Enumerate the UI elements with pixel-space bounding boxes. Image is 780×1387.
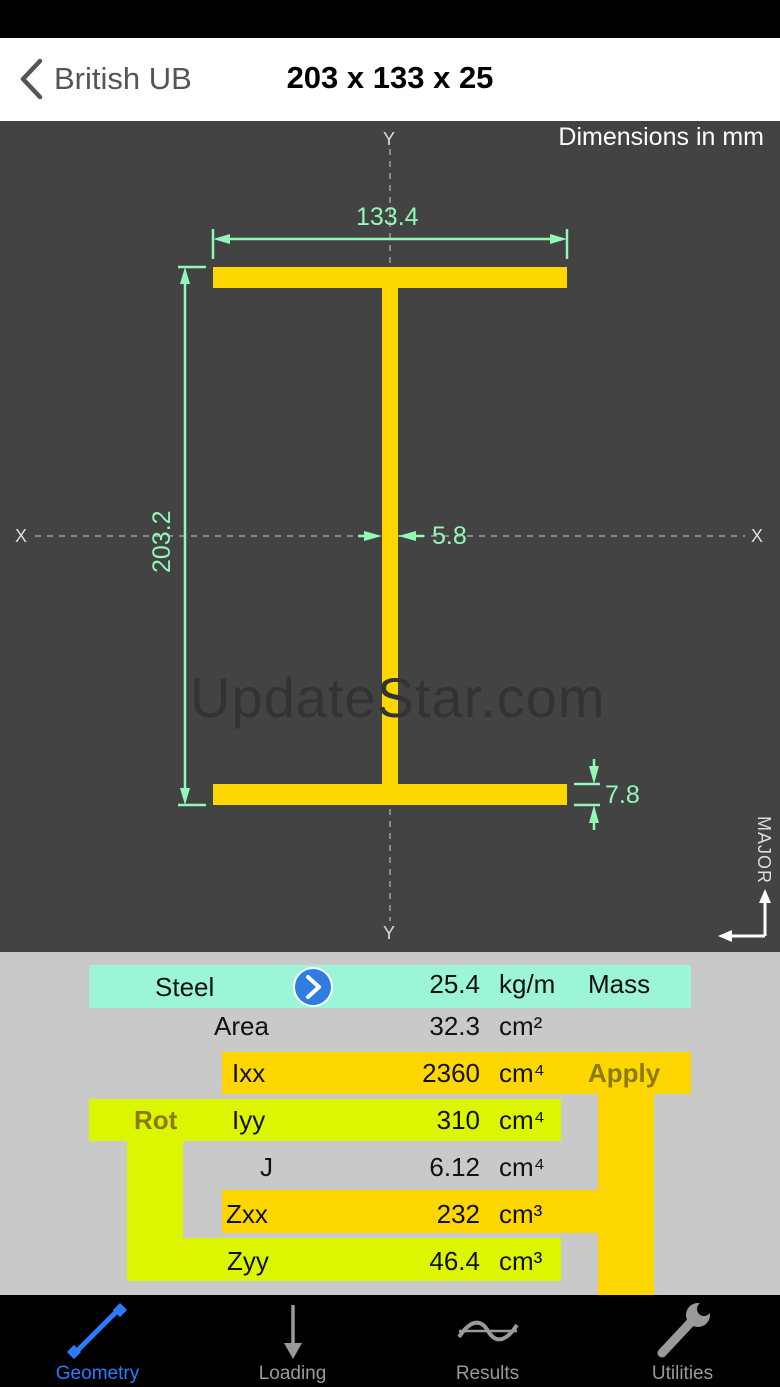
bottom-flange xyxy=(213,784,567,805)
area-label: Area xyxy=(214,1011,269,1041)
section-drawing: Dimensions in mm UpdateStar.com Y Y X X … xyxy=(0,121,780,952)
wrench-icon xyxy=(657,1302,711,1358)
wave-icon xyxy=(456,1320,519,1342)
zxx-value: 232 xyxy=(436,1199,480,1229)
depth-dimension-label: 203.2 xyxy=(148,510,176,573)
orientation-arrow-icon xyxy=(724,899,767,938)
navigation-bar: British UB 203 x 133 x 25 xyxy=(0,38,780,121)
units-label: Dimensions in mm xyxy=(558,123,764,151)
zyy-value: 46.4 xyxy=(429,1246,480,1276)
orientation-toggle[interactable]: MAJOR xyxy=(740,816,780,886)
tab-results[interactable]: Results xyxy=(390,1295,585,1387)
web-thickness-label: 5.8 xyxy=(432,522,467,550)
flange-thickness-label: 7.8 xyxy=(605,781,640,809)
zxx-unit: cm³ xyxy=(499,1199,543,1229)
apply-button[interactable]: Apply xyxy=(588,1058,660,1089)
material-select-button[interactable] xyxy=(293,967,333,1007)
ixx-unit: cm⁴ xyxy=(499,1058,545,1088)
tab-geometry[interactable]: Geometry xyxy=(0,1295,195,1387)
tab-loading[interactable]: Loading xyxy=(195,1295,390,1387)
iyy-label: Iyy xyxy=(232,1105,266,1135)
rotate-button[interactable]: Rot xyxy=(134,1105,177,1136)
ixx-value: 2360 xyxy=(422,1058,480,1088)
zyy-label: Zyy xyxy=(227,1246,269,1276)
mass-unit: kg/m xyxy=(499,969,556,999)
tab-utilities[interactable]: Utilities xyxy=(585,1295,780,1387)
tab-utilities-label: Utilities xyxy=(651,1363,714,1384)
status-bar xyxy=(0,0,780,38)
tab-loading-label: Loading xyxy=(258,1363,327,1384)
axis-y-bottom-label: Y xyxy=(383,923,396,943)
properties-panel: Steel 25.4 kg/m Mass Area 32.3 cm² Ixx 2… xyxy=(0,952,780,1334)
tab-bar: Geometry Loading Results Utilities xyxy=(0,1295,780,1387)
tab-geometry-label: Geometry xyxy=(55,1363,140,1384)
mass-label: Mass xyxy=(588,969,651,999)
mass-value: 25.4 xyxy=(429,969,480,999)
area-value: 32.3 xyxy=(429,1011,480,1041)
area-unit: cm² xyxy=(499,1011,543,1041)
page-title: 203 x 133 x 25 xyxy=(286,60,494,95)
width-dimension-label: 133.4 xyxy=(356,203,419,231)
top-flange xyxy=(213,267,567,288)
zyy-unit: cm³ xyxy=(499,1246,543,1276)
axis-y-top-label: Y xyxy=(383,129,396,149)
zyy-row-highlight xyxy=(127,1238,561,1281)
down-arrow-icon xyxy=(283,1305,302,1359)
j-value: 6.12 xyxy=(429,1152,480,1182)
ixx-label: Ixx xyxy=(232,1058,266,1088)
watermark: UpdateStar.com xyxy=(190,666,606,729)
chevron-right-circle-icon xyxy=(293,967,333,1007)
zxx-label: Zxx xyxy=(226,1199,268,1229)
tab-results-label: Results xyxy=(455,1363,520,1384)
axis-x-right-label: X xyxy=(751,526,764,546)
pencil-icon xyxy=(66,1302,127,1360)
axis-x-left-label: X xyxy=(15,526,28,546)
material-label: Steel xyxy=(155,972,215,1002)
iyy-value: 310 xyxy=(436,1105,480,1135)
j-unit: cm⁴ xyxy=(499,1152,545,1182)
iyy-unit: cm⁴ xyxy=(499,1105,545,1135)
orientation-label: MAJOR xyxy=(754,816,774,884)
j-label: J xyxy=(260,1152,273,1182)
rot-bracket xyxy=(127,1141,183,1241)
section-diagram xyxy=(35,149,771,942)
